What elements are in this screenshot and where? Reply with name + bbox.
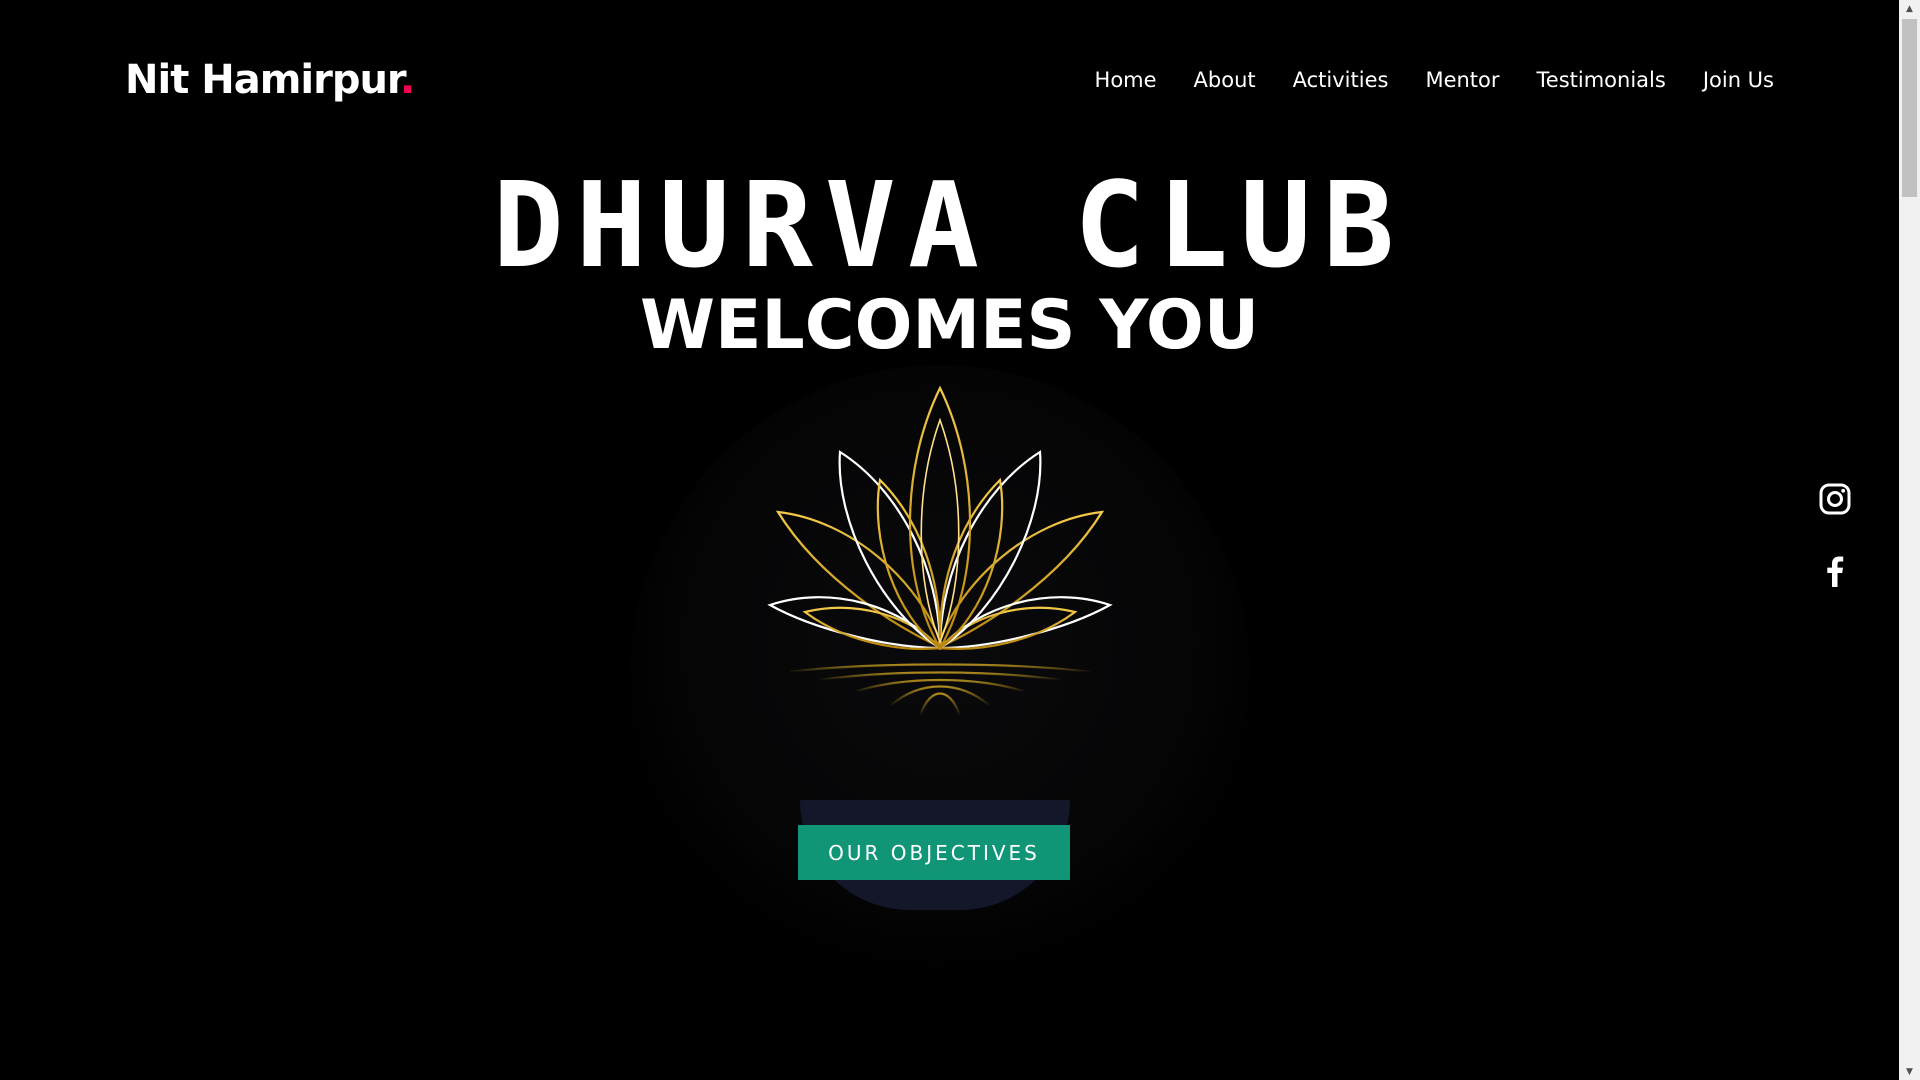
main-nav: Home About Activities Mentor Testimonial… <box>1095 62 1774 98</box>
nav-home[interactable]: Home <box>1095 62 1157 98</box>
our-objectives-button[interactable]: OUR OBJECTIVES <box>798 825 1070 880</box>
nav-activities[interactable]: Activities <box>1293 62 1389 98</box>
nav-mentor[interactable]: Mentor <box>1425 62 1499 98</box>
facebook-icon[interactable] <box>1818 554 1852 588</box>
nav-testimonials[interactable]: Testimonials <box>1537 62 1666 98</box>
nav-join-us[interactable]: Join Us <box>1703 62 1774 98</box>
brand-dot: . <box>399 57 415 103</box>
scrollbar-thumb[interactable] <box>1902 19 1917 197</box>
instagram-icon[interactable] <box>1818 482 1852 516</box>
social-links <box>1818 482 1852 626</box>
scroll-down-arrow-icon[interactable]: ▼ <box>1899 1063 1920 1080</box>
nav-about[interactable]: About <box>1194 62 1256 98</box>
hero-subtitle: WELCOMES YOU <box>639 286 1260 365</box>
vertical-scrollbar[interactable]: ▲ ▼ <box>1899 0 1920 1080</box>
brand-name: Nit Hamirpur <box>125 57 401 103</box>
scroll-up-arrow-icon[interactable]: ▲ <box>1899 0 1920 17</box>
hero-title: DHURVA CLUB <box>492 156 1407 294</box>
lotus-logo <box>767 385 1113 717</box>
brand-logo[interactable]: Nit Hamirpur. <box>125 52 415 108</box>
page: Nit Hamirpur. Home About Activities Ment… <box>0 0 1899 1080</box>
